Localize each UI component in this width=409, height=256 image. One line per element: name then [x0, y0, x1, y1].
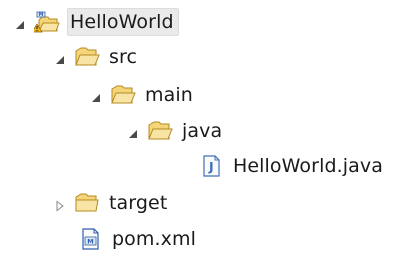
src-label: src — [109, 46, 138, 68]
folder-icon — [74, 192, 100, 214]
expanded-triangle-icon[interactable] — [90, 89, 102, 102]
target-label: target — [109, 192, 168, 214]
tree-node-main[interactable]: main — [90, 80, 197, 110]
tree-node-target[interactable]: target — [54, 188, 171, 218]
maven-pom-icon: M — [77, 228, 103, 250]
svg-text:M: M — [87, 237, 93, 245]
expanded-triangle-icon[interactable] — [14, 16, 26, 29]
folder-open-icon — [110, 84, 136, 106]
folder-open-icon — [74, 46, 100, 68]
tree-node-src[interactable]: src — [54, 42, 141, 72]
tree-node-helloworld-project[interactable]: M HelloWorld — [14, 7, 179, 37]
project-explorer-tree: M HelloWorld src main java J HelloWorld.… — [0, 0, 409, 256]
folder-open-icon — [147, 120, 173, 142]
tree-node-java[interactable]: java — [127, 116, 226, 146]
main-label: main — [145, 84, 193, 106]
tree-node-helloworld-java[interactable]: J HelloWorld.java — [198, 151, 387, 181]
java-file-icon: J — [198, 155, 224, 177]
project-label: HelloWorld — [67, 8, 179, 36]
svg-text:J: J — [208, 159, 214, 174]
helloworld-java-label: HelloWorld.java — [233, 155, 383, 177]
java-label: java — [182, 120, 223, 142]
svg-text:M: M — [39, 12, 44, 18]
expanded-triangle-icon[interactable] — [127, 125, 139, 138]
maven-project-warning-icon: M — [31, 11, 60, 33]
pom-xml-label: pom.xml — [112, 228, 196, 250]
tree-node-pom-xml[interactable]: M pom.xml — [77, 224, 200, 254]
collapsed-triangle-icon[interactable] — [54, 197, 66, 212]
expanded-triangle-icon[interactable] — [54, 51, 66, 64]
